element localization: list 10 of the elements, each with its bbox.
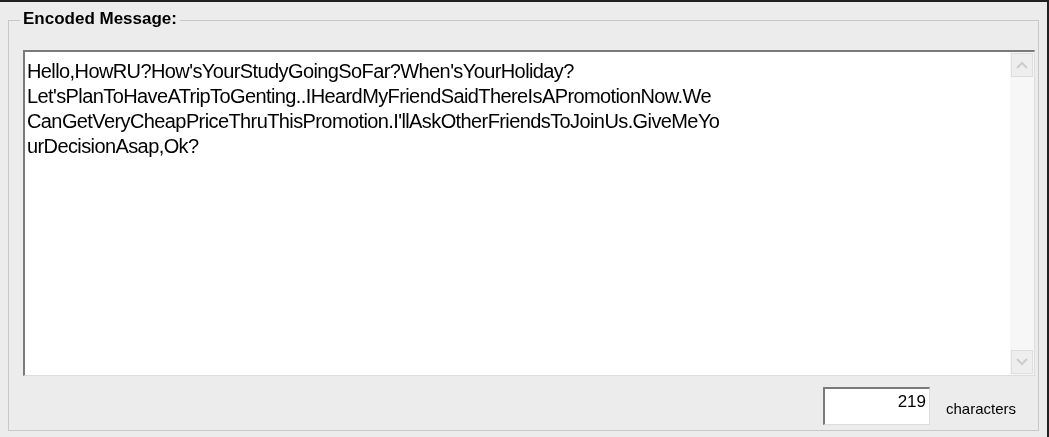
message-line: Let'sPlanToHaveATripToGenting..IHeardMyFriendSaidThereIsAPromotionNow.We: [27, 84, 712, 109]
characters-label: characters: [946, 398, 1017, 419]
scrollbar[interactable]: [1010, 52, 1034, 375]
message-line: CanGetVeryCheapPriceThruThisPromotion.I'llAskOtherFriendsToJoinUs.GiveMeYo: [27, 109, 721, 134]
message-area[interactable]: [23, 50, 1035, 376]
message-line: urDecisionAsap,Ok?: [27, 134, 200, 159]
message-line: Hello,HowRU?How'sYourStudyGoingSoFar?When'sYourHoliday?: [27, 59, 575, 84]
scroll-up-icon[interactable]: [1011, 53, 1033, 77]
character-count-field[interactable]: 219: [823, 387, 930, 425]
scroll-down-icon[interactable]: [1011, 350, 1033, 374]
